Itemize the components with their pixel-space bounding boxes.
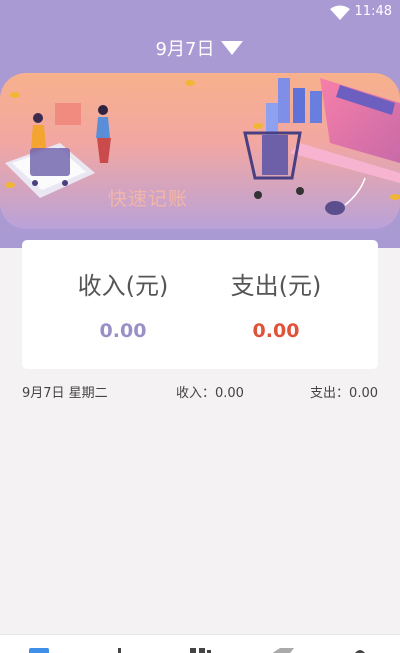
banner-illustration: [5, 78, 400, 215]
income-label: 收入(元): [77, 272, 169, 300]
expense-label: 支出(元): [230, 272, 322, 300]
day-record-row[interactable]: 9月7日 星期二 收入：0.00 支出：0.00: [0, 380, 400, 401]
bottom-tab-bar: [0, 634, 400, 653]
quick-record-banner[interactable]: 快速记账: [0, 73, 400, 229]
expense-summary: 支出(元) 0.00: [188, 240, 364, 369]
caret-down-icon[interactable]: [220, 40, 244, 56]
status-time: 11:48: [354, 4, 392, 19]
expense-value: 0.00: [252, 320, 300, 342]
income-value: 0.00: [99, 320, 147, 342]
status-bar: 11:48: [0, 0, 400, 26]
day-date: 9月7日 星期二: [22, 386, 108, 401]
day-income: 收入：0.00: [176, 386, 244, 401]
current-date[interactable]: 9月7日: [156, 35, 215, 61]
summary-card: 收入(元) 0.00 支出(元) 0.00: [22, 240, 378, 369]
wifi-icon: [330, 5, 350, 20]
banner-title[interactable]: 快速记账: [108, 184, 188, 211]
day-expense: 支出：0.00: [310, 386, 378, 401]
income-summary: 收入(元) 0.00: [35, 240, 211, 369]
date-selector[interactable]: 9月7日: [0, 34, 400, 62]
